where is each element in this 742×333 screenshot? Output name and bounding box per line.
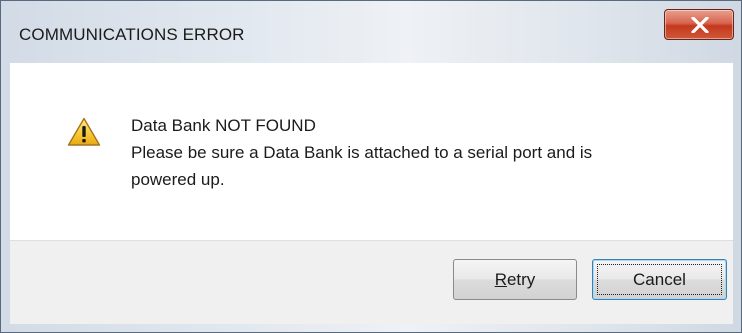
focus-rectangle [597,264,722,295]
warning-icon [67,117,101,146]
close-button[interactable] [664,9,734,40]
retry-mnemonic: R [494,270,507,289]
message-title: Data Bank NOT FOUND [131,116,316,135]
window-title: COMMUNICATIONS ERROR [19,25,245,44]
retry-label: etry [506,270,536,289]
close-icon [691,17,709,33]
message-body-line: powered up. [131,170,225,189]
message-body-line: Please be sure a Data Bank is attached t… [131,143,593,162]
dialog-window: COMMUNICATIONS ERROR Data Bank NOT FOUND… [0,0,742,333]
cancel-button[interactable]: Cancel [592,259,727,300]
retry-button[interactable]: Retry [453,259,577,300]
